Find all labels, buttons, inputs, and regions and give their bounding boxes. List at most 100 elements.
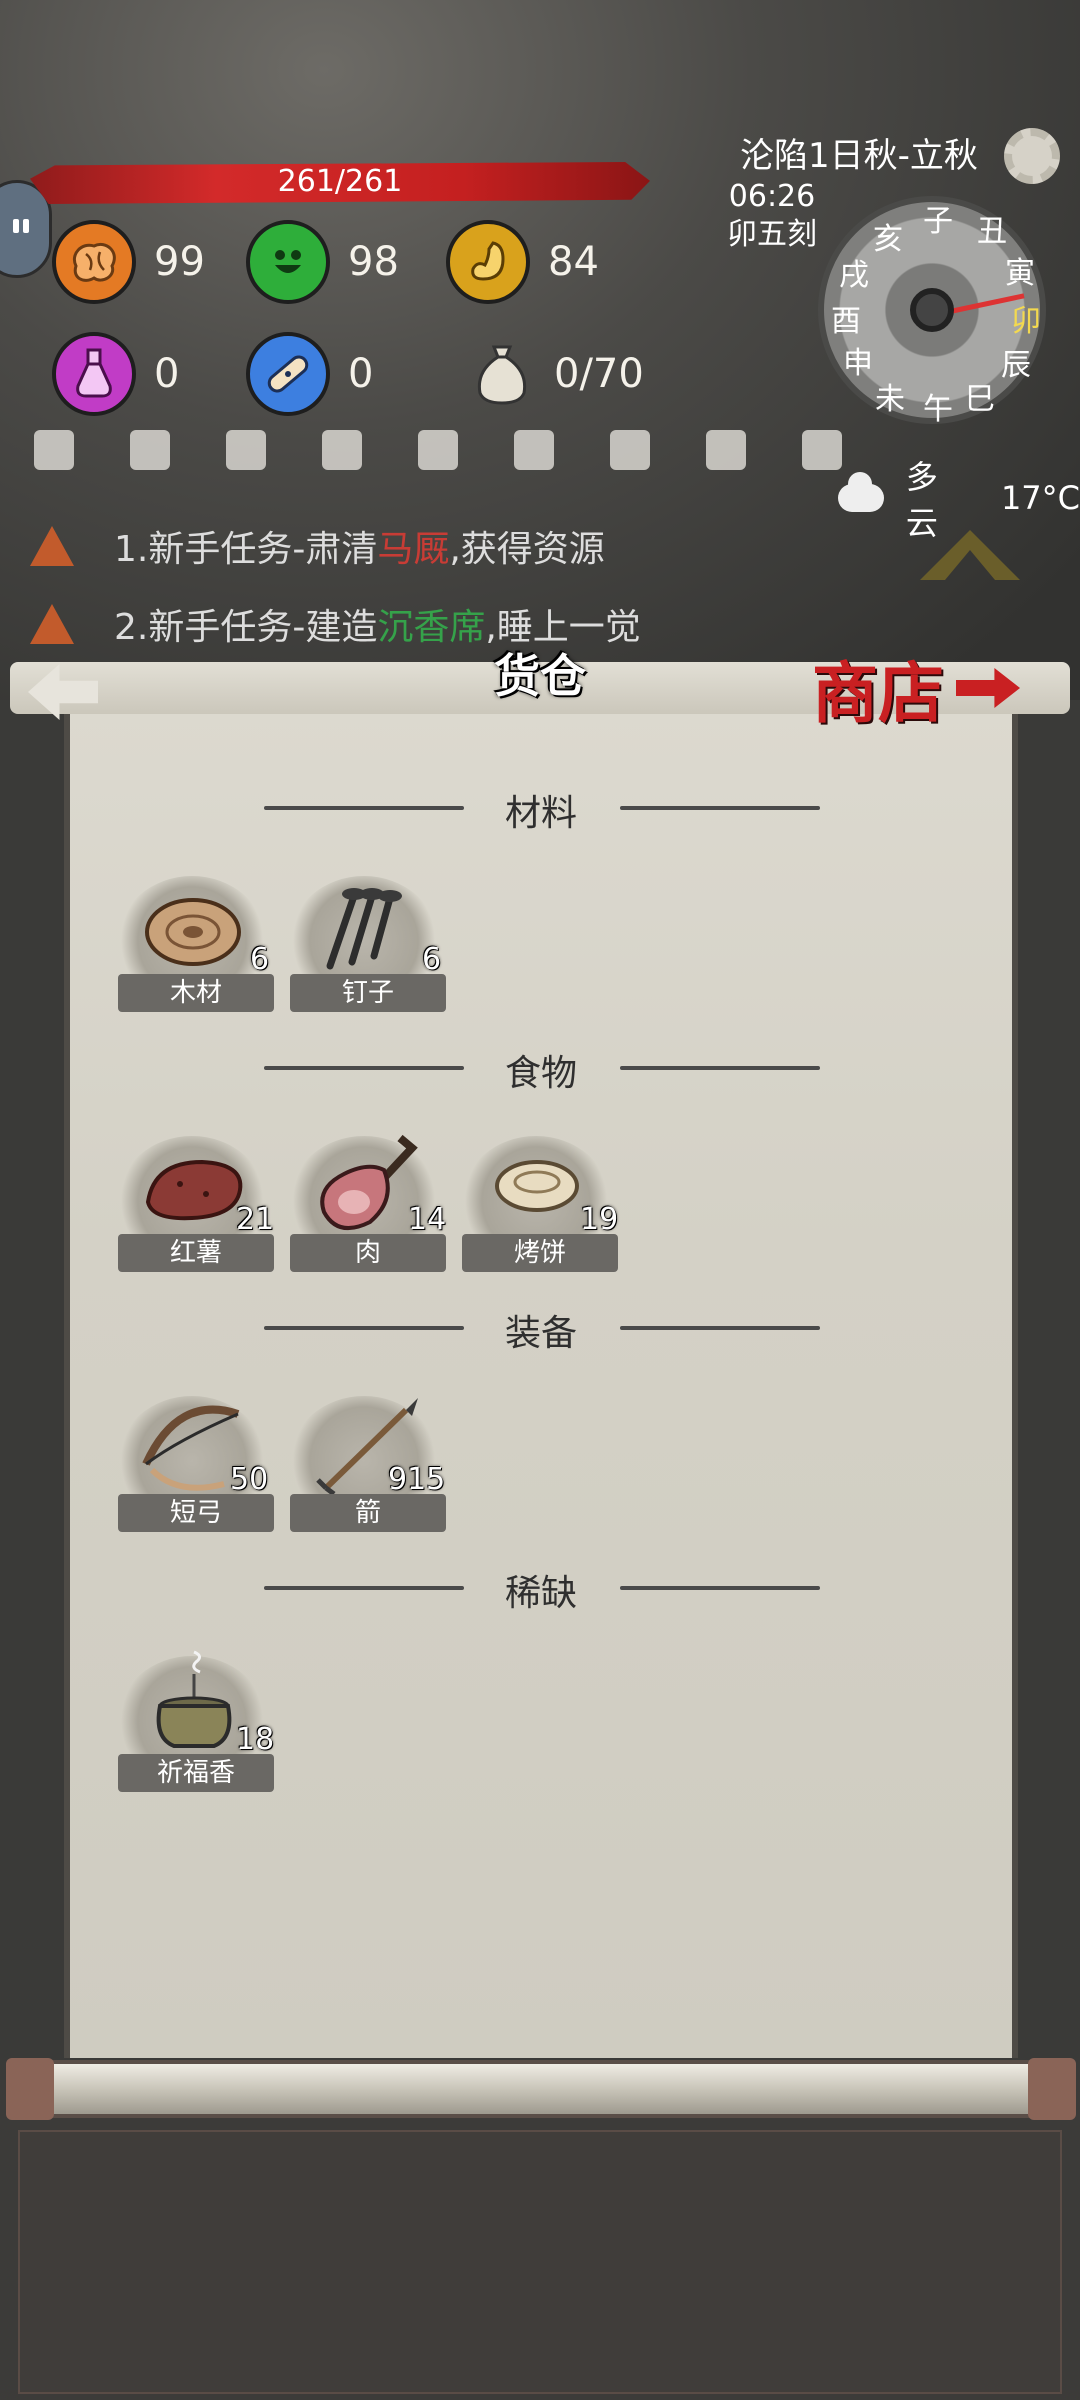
warehouse-title: 货仓 [494,649,586,703]
hour-label: 辰 [1001,348,1031,383]
bottle-icon[interactable] [418,430,458,470]
section-title: 材料 [504,793,577,834]
stat-brain[interactable]: 99 [52,220,205,304]
inventory-item[interactable]: 红薯 21 [118,1126,274,1276]
time-label: 06:26 [728,179,816,214]
coins-icon[interactable] [322,430,362,470]
item-count: 6 [250,942,270,977]
hour-label: 酉 [831,304,861,339]
item-name: 红薯 [118,1234,274,1272]
hour-label: 巳 [965,382,995,417]
gear-icon[interactable] [1004,128,1060,184]
arrow-right-icon [956,668,1020,708]
period-label: 卯五刻 [727,217,817,252]
item-count: 19 [580,1202,619,1237]
boot-icon[interactable] [514,430,554,470]
hour-label: 寅 [1005,256,1035,291]
flatbread-icon [495,1160,579,1212]
stat-injury[interactable]: 0 [246,332,373,416]
stat-mood[interactable]: 98 [246,220,399,304]
quest-highlight: 马厩 [377,529,450,570]
scroll-cap-right [1028,2058,1076,2120]
item-name: 木材 [118,974,274,1012]
money-bag-icon [460,332,544,416]
shop-button[interactable]: 商店 [812,640,1020,736]
status-icon-row [34,430,842,470]
bottom-panel [18,2130,1062,2394]
stat-bag[interactable]: 0/70 [460,332,644,416]
item-name: 钉子 [290,974,446,1012]
quest-item[interactable]: 1.新手任务-肃清 马厩 ,获得资源 [30,520,730,572]
smile-icon [246,220,330,304]
inventory-item[interactable]: 肉 14 [290,1126,446,1276]
sweet-potato-icon [145,1159,243,1221]
section-header: 材料 [64,784,1018,836]
horse-icon[interactable] [610,430,650,470]
item-name: 箭 [290,1494,446,1532]
item-count: 18 [236,1722,275,1757]
hour-label: 午 [923,392,953,427]
incense-icon [156,1650,232,1748]
pot-icon[interactable] [34,430,74,470]
bandage-icon [246,332,330,416]
alert-icon [30,604,74,644]
nails-icon [326,888,402,970]
hour-label: 丑 [977,214,1007,249]
wood-icon [145,898,241,966]
cloud-icon [838,472,884,512]
stat-value: 0/70 [554,351,644,397]
section-title: 食物 [504,1053,577,1094]
stat-value: 99 [154,239,205,285]
inventory-item[interactable]: 祈福香 18 [118,1646,274,1796]
item-name: 短弓 [118,1494,274,1532]
stomach-icon [446,220,530,304]
hour-label: 子 [923,204,953,239]
inventory-item[interactable]: 木材 6 [118,866,274,1016]
section-header: 装备 [64,1304,1018,1356]
alert-icon [30,526,74,566]
inventory-item[interactable]: 短弓 50 [118,1386,274,1536]
item-name: 祈福香 [118,1754,274,1792]
animals-icon[interactable] [130,430,170,470]
stat-value: 0 [348,351,374,397]
quest-text: 2.新手任务-建造 [114,607,378,648]
section-title: 装备 [504,1313,577,1354]
temperature-label: 17°C [1000,479,1080,517]
weather-label: 多云 [905,458,938,542]
item-count: 50 [230,1462,269,1497]
stat-value: 98 [348,239,399,285]
section-title: 稀缺 [504,1573,577,1614]
sack-icon[interactable] [706,430,746,470]
weather: 多云 17°C [838,452,1080,544]
item-count: 915 [388,1462,446,1497]
scroll-bottom-roll [10,2060,1070,2118]
potion-icon [52,332,136,416]
hour-label: 申 [843,346,873,381]
dial-center [910,288,954,332]
inventory-item[interactable]: 烤饼 19 [462,1126,618,1276]
inventory-item[interactable]: 钉子 6 [290,866,446,1016]
jar-icon[interactable] [226,430,266,470]
shop-label: 商店 [812,654,944,732]
stat-value: 0 [154,351,180,397]
stat-poison[interactable]: 0 [52,332,179,416]
hour-label-active: 卯 [1011,304,1041,339]
item-name: 烤饼 [462,1234,618,1272]
stat-hunger[interactable]: 84 [446,220,599,304]
section-header: 稀缺 [64,1564,1018,1616]
brain-icon [52,220,136,304]
section-header: 食物 [64,1044,1018,1096]
quest-text-end: ,获得资源 [449,529,605,570]
scroll-cap-left [6,2058,54,2120]
item-count: 21 [236,1202,275,1237]
inventory-item[interactable]: 箭 915 [290,1386,446,1536]
date-label: 沦陷1日秋-立秋 [740,136,978,176]
item-count: 6 [422,942,442,977]
hp-text: 261/261 [277,164,403,199]
item-count: 14 [408,1202,447,1237]
torch-icon[interactable] [802,430,842,470]
quest-text: 1.新手任务-肃清 [114,529,378,570]
stat-value: 84 [548,239,599,285]
item-name: 肉 [290,1234,446,1272]
hour-label: 亥 [873,222,903,257]
